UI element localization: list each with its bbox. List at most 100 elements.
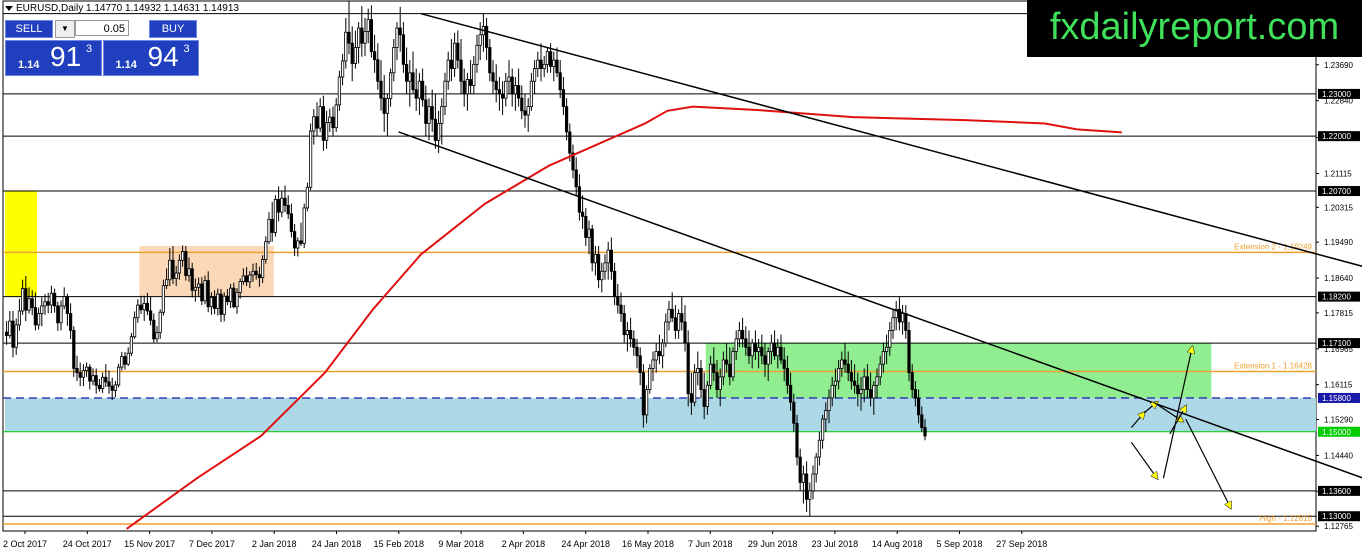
candle-body <box>59 305 63 324</box>
candle-body <box>545 51 550 65</box>
sell-quote[interactable]: 1.14 91 3 <box>5 40 102 76</box>
candle-body <box>40 305 44 314</box>
lot-size-input[interactable]: 0.05 <box>75 20 129 36</box>
candle-body <box>443 80 447 107</box>
symbol-header: EURUSD,Daily 1.14770 1.14932 1.14631 1.1… <box>5 3 239 14</box>
candle-body <box>587 228 591 238</box>
candle-body <box>568 131 572 154</box>
candle-body <box>475 44 479 65</box>
candle-body <box>609 249 614 272</box>
candle-body <box>366 19 370 32</box>
x-tick-label-12: 29 Jun 2018 <box>748 539 798 549</box>
y-tick-label-14: 1.12765 <box>1324 522 1353 531</box>
candle-body <box>404 63 409 82</box>
candle-body <box>324 122 329 141</box>
candle-body <box>549 51 553 67</box>
level-tag-label-4: 1.18200 <box>1322 293 1351 302</box>
candle-body <box>340 60 345 78</box>
candle-body <box>500 93 505 99</box>
candle-body <box>769 342 774 352</box>
candle-body <box>145 302 149 312</box>
candle-body <box>773 342 777 357</box>
candle-body <box>837 368 841 382</box>
candle-body <box>328 116 332 124</box>
candle-body <box>321 106 326 141</box>
candle-body <box>465 79 470 95</box>
buy-button[interactable]: BUY <box>149 20 197 38</box>
y-tick-label-11: 1.15290 <box>1324 416 1353 425</box>
candle-body <box>913 389 918 399</box>
candle-body <box>504 80 508 99</box>
candle-body <box>606 249 610 264</box>
candle-body <box>814 456 818 475</box>
candle-body <box>462 80 466 95</box>
chart-canvas: Extension 2 - 1.19249Extension 1 - 1.164… <box>2 0 1362 549</box>
candle-body <box>49 292 54 306</box>
candle-body <box>881 351 886 365</box>
candle-body <box>597 253 601 281</box>
buy-quote-pips: 94 <box>147 41 179 72</box>
y-tick-label-6: 1.19490 <box>1324 238 1353 247</box>
candle-body <box>180 251 185 261</box>
sell-button[interactable]: SELL <box>5 20 53 38</box>
level-tag-label-8: 1.13600 <box>1322 487 1351 496</box>
candle-body <box>174 272 178 279</box>
candle <box>117 363 121 388</box>
candle-body <box>136 304 140 319</box>
candle-body <box>69 313 73 331</box>
candle-body <box>212 297 217 309</box>
candle-body <box>120 356 124 368</box>
candle-body <box>129 336 133 354</box>
candle-body <box>94 375 98 386</box>
candle-body <box>619 304 623 314</box>
dropdown-arrow-icon[interactable] <box>5 6 13 11</box>
candle-body <box>401 34 406 65</box>
candle-body <box>616 296 620 306</box>
level-tag-label-6: 1.15800 <box>1322 394 1351 403</box>
candle-body <box>395 27 399 48</box>
y-tick-label-12: 1.14440 <box>1324 451 1353 460</box>
candle-body <box>712 363 716 374</box>
candle-body <box>308 130 313 188</box>
candle-body <box>264 241 268 260</box>
candle-body <box>456 42 460 61</box>
candle-body <box>398 27 402 36</box>
candle-body <box>30 298 34 308</box>
candle-body <box>808 490 812 500</box>
candle-body <box>283 197 287 206</box>
candle-body <box>577 186 582 213</box>
candle-body <box>46 301 50 306</box>
candle-body <box>581 211 585 217</box>
candle-body <box>683 321 687 344</box>
candle <box>129 332 133 357</box>
candle-body <box>920 414 924 428</box>
candle-body <box>289 213 294 232</box>
candle-body <box>593 253 598 264</box>
candle-body <box>667 308 671 323</box>
candle-body <box>507 76 511 82</box>
x-tick-label-2: 15 Nov 2017 <box>124 539 175 549</box>
candle-body <box>331 116 335 129</box>
candle-body <box>741 330 745 340</box>
lot-dropdown-icon[interactable]: ▼ <box>55 20 75 38</box>
candle-body <box>376 59 380 82</box>
candle-body <box>574 169 578 188</box>
candle-body <box>235 291 239 308</box>
candle-body <box>228 287 233 303</box>
buy-quote[interactable]: 1.14 94 3 <box>102 40 199 76</box>
candle-body <box>209 297 213 308</box>
candle-body <box>798 456 802 483</box>
candle-body <box>101 376 105 390</box>
candle-body <box>318 106 322 129</box>
candle-body <box>641 372 646 416</box>
candle-body <box>843 359 847 365</box>
candle <box>907 321 911 382</box>
candle-body <box>795 422 799 458</box>
candle-body <box>193 286 197 291</box>
x-tick-label-14: 14 Aug 2018 <box>872 539 923 549</box>
candle-body <box>510 76 514 95</box>
candle-body <box>853 380 857 386</box>
candle-body <box>158 311 162 333</box>
candle-body <box>763 355 767 365</box>
candle-body <box>270 218 274 233</box>
